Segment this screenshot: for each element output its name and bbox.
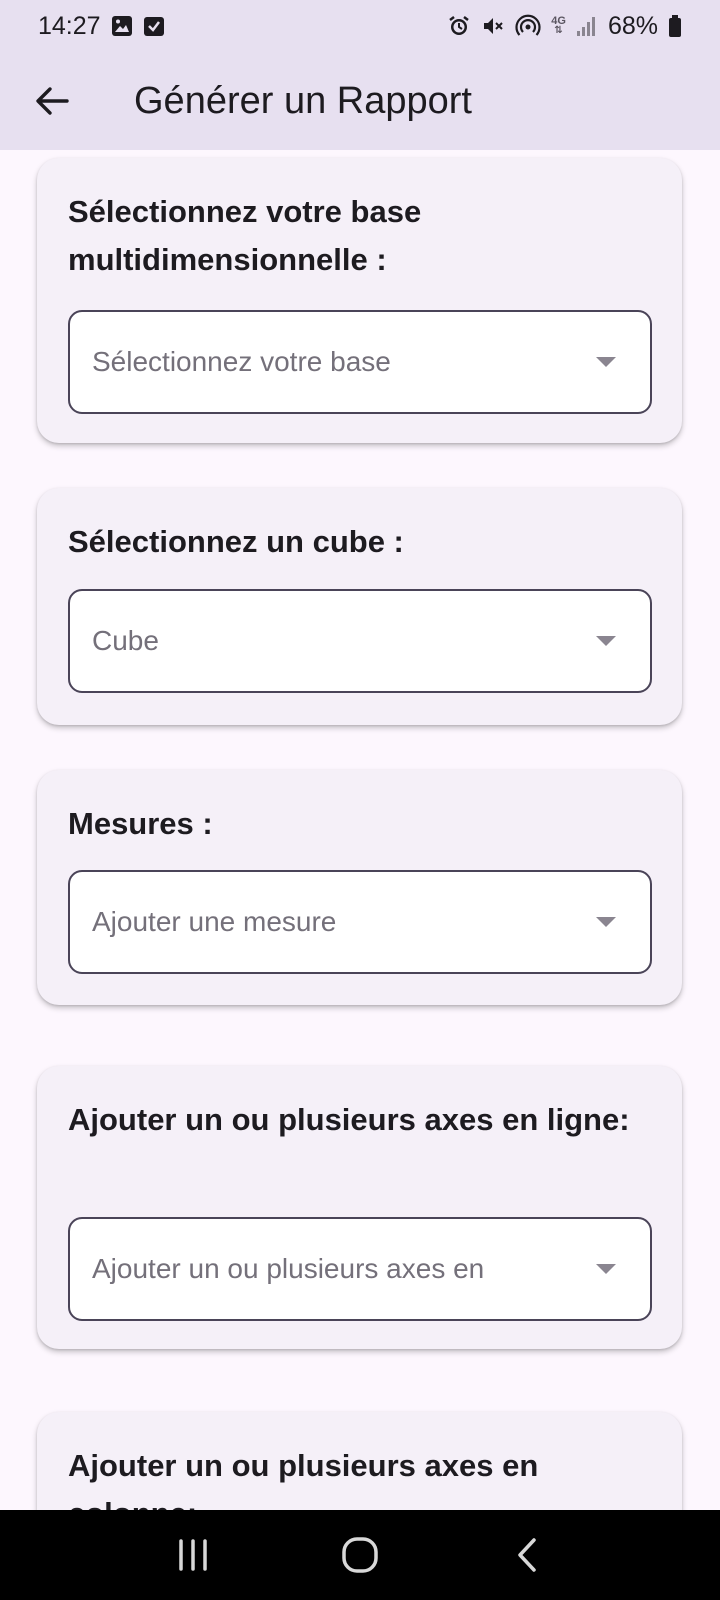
database-card: Sélectionnez votre base multidimensionne… xyxy=(37,158,682,443)
column-axes-card: Ajouter un ou plusieurs axes en colonne: xyxy=(37,1412,682,1510)
measures-label: Mesures : xyxy=(68,806,213,841)
report-form[interactable]: Sélectionnez votre base multidimensionne… xyxy=(0,150,720,1510)
data-arrows-icon: ⇅ xyxy=(554,25,563,36)
status-bar: 14:27 4G ⇅ 68% xyxy=(0,0,720,52)
arrow-back-icon xyxy=(36,87,69,115)
task-check-icon xyxy=(143,15,165,37)
database-select-placeholder: Sélectionnez votre base xyxy=(92,346,391,377)
row-axes-card: Ajouter un ou plusieurs axes en ligne: A… xyxy=(37,1066,682,1349)
back-button[interactable] xyxy=(22,74,82,128)
measures-card: Mesures : Ajouter une mesure xyxy=(37,770,682,1005)
page-title: Générer un Rapport xyxy=(134,80,472,122)
network-4g-icon: 4G ⇅ xyxy=(551,16,566,36)
row-axes-label: Ajouter un ou plusieurs axes en ligne: xyxy=(68,1102,630,1137)
dropdown-arrow-icon xyxy=(596,1264,616,1274)
measures-select-placeholder: Ajouter une mesure xyxy=(92,906,337,937)
signal-icon xyxy=(576,15,598,37)
home-icon xyxy=(342,1537,378,1573)
database-select[interactable]: Sélectionnez votre base xyxy=(68,310,652,414)
status-time: 14:27 xyxy=(38,11,101,40)
cube-select[interactable]: Cube xyxy=(68,589,652,693)
database-label: Sélectionnez votre base multidimensionne… xyxy=(68,194,422,277)
recent-apps-icon xyxy=(179,1539,208,1571)
row-axes-select[interactable]: Ajouter un ou plusieurs axes en xyxy=(68,1217,652,1321)
battery-icon xyxy=(668,14,682,38)
app-bar: Générer un Rapport xyxy=(0,52,720,150)
dropdown-arrow-icon xyxy=(596,917,616,927)
gallery-icon xyxy=(111,15,133,37)
cube-label: Sélectionnez un cube : xyxy=(68,524,404,559)
measures-select[interactable]: Ajouter une mesure xyxy=(68,870,652,974)
cube-card: Sélectionnez un cube : Cube xyxy=(37,488,682,725)
system-nav-bar xyxy=(0,1510,720,1600)
mute-icon xyxy=(481,14,505,38)
recent-apps-button[interactable] xyxy=(153,1525,233,1585)
system-back-button[interactable] xyxy=(487,1525,567,1585)
cube-select-placeholder: Cube xyxy=(92,625,159,656)
status-bar-right: 4G ⇅ 68% xyxy=(447,12,682,41)
status-bar-left: 14:27 xyxy=(38,12,165,41)
chevron-left-icon xyxy=(517,1538,536,1572)
row-axes-select-placeholder: Ajouter un ou plusieurs axes en xyxy=(92,1253,485,1284)
hotspot-icon xyxy=(515,14,541,38)
dropdown-arrow-icon xyxy=(596,636,616,646)
battery-percent: 68% xyxy=(607,11,658,40)
alarm-icon xyxy=(447,14,471,38)
dropdown-arrow-icon xyxy=(596,357,616,367)
column-axes-label: Ajouter un ou plusieurs axes en colonne: xyxy=(68,1448,539,1510)
home-button[interactable] xyxy=(320,1525,400,1585)
